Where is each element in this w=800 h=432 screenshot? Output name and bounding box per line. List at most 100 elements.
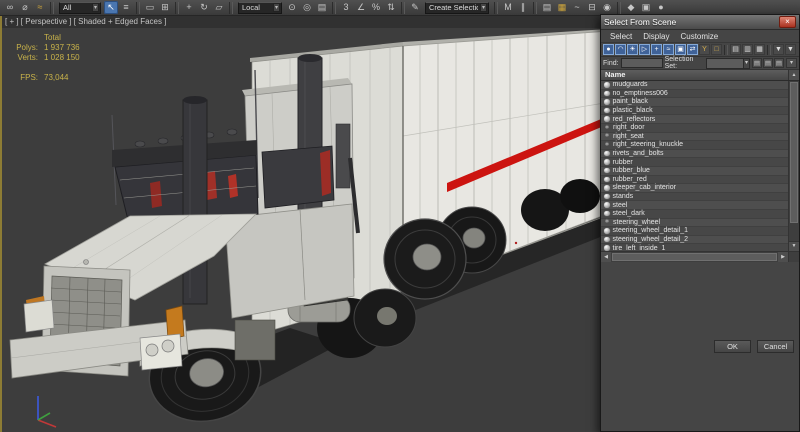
render-setup-button[interactable]: ◆ <box>624 1 638 14</box>
scene-object-row[interactable]: rubber_blue <box>601 167 788 176</box>
scene-object-row[interactable]: ∗steering_wheel <box>601 219 788 228</box>
dialog-titlebar[interactable]: Select From Scene × <box>601 15 799 30</box>
align-button[interactable]: ∥ <box>516 1 530 14</box>
display-cameras-toggle[interactable]: ▷ <box>639 44 650 55</box>
scene-object-row[interactable]: red_reflectors <box>601 115 788 124</box>
window-crossing-toggle[interactable]: ⊞ <box>158 1 172 14</box>
rectangular-selection-region-button[interactable]: ▭ <box>143 1 157 14</box>
add-to-selection-set-button[interactable]: ▤ <box>763 58 773 68</box>
find-options-dropdown[interactable]: ▾ <box>786 58 797 68</box>
select-and-move-button[interactable]: + <box>182 1 196 14</box>
select-and-rotate-button[interactable]: ↻ <box>197 1 211 14</box>
display-groups-toggle[interactable]: ▣ <box>675 44 686 55</box>
sphere-icon <box>604 185 610 191</box>
curve-editor-button[interactable]: ~ <box>570 1 584 14</box>
display-space-warps-toggle[interactable]: ≈ <box>663 44 674 55</box>
dialog-menubar: Select Display Customize <box>601 30 799 43</box>
vertical-scrollbar[interactable]: ▼ <box>788 81 799 251</box>
scene-object-row[interactable]: paint_black <box>601 98 788 107</box>
scene-object-row[interactable]: rivets_and_bolts <box>601 150 788 159</box>
filter-combinations-button[interactable]: ▼ <box>785 44 796 55</box>
scene-object-row[interactable]: steering_wheel_detail_2 <box>601 236 788 245</box>
mirror-button[interactable]: M <box>501 1 515 14</box>
chevron-down-icon[interactable]: ▾ <box>92 3 99 12</box>
bind-to-space-warp-button[interactable]: ≈ <box>33 1 47 14</box>
vertical-scrollbar-thumb[interactable] <box>790 82 798 223</box>
schematic-view-button[interactable]: ⊟ <box>585 1 599 14</box>
ok-button[interactable]: OK <box>714 340 751 353</box>
scene-object-row[interactable]: ∗right_steering_knuckle <box>601 141 788 150</box>
reference-coordinate-system-dropdown[interactable]: Local▾ <box>238 2 282 14</box>
spinner-snap-toggle[interactable]: ⇅ <box>384 1 398 14</box>
menu-customize[interactable]: Customize <box>680 32 718 41</box>
snaps-toggle[interactable]: 3 <box>339 1 353 14</box>
render-production-button[interactable]: ● <box>654 1 668 14</box>
rendered-frame-window-button[interactable]: ▣ <box>639 1 653 14</box>
select-and-scale-button[interactable]: ▱ <box>212 1 226 14</box>
chevron-down-icon[interactable]: ▾ <box>273 3 280 12</box>
cancel-button[interactable]: Cancel <box>757 340 794 353</box>
angle-snap-toggle[interactable]: ∠ <box>354 1 368 14</box>
select-and-manipulate-button[interactable]: ◎ <box>300 1 314 14</box>
display-lights-toggle[interactable]: ☀ <box>627 44 638 55</box>
scene-object-name: steel_dark <box>613 210 645 217</box>
scroll-right-icon[interactable]: ▶ <box>778 252 788 262</box>
scene-object-row[interactable]: steel <box>601 201 788 210</box>
display-bones-toggle[interactable]: Y <box>699 44 710 55</box>
scroll-down-icon[interactable]: ▼ <box>789 241 799 251</box>
display-shapes-toggle[interactable]: ◠ <box>615 44 626 55</box>
unlink-selection-button[interactable]: ⌀ <box>18 1 32 14</box>
use-pivot-point-center-button[interactable]: ⊙ <box>285 1 299 14</box>
scene-object-row[interactable]: sleeper_cab_interior <box>601 184 788 193</box>
horizontal-scrollbar[interactable]: ◀ ▶ <box>601 251 799 262</box>
scene-object-row[interactable]: steel_dark <box>601 210 788 219</box>
select-object-button[interactable]: ↖ <box>104 1 118 14</box>
named-selection-sets-dropdown[interactable]: Create Selection Se▾ <box>425 2 489 14</box>
scene-object-row[interactable]: no_emptiness006 <box>601 90 788 99</box>
close-icon[interactable]: × <box>779 16 796 28</box>
select-and-link-button[interactable]: ∞ <box>3 1 17 14</box>
viewport-statistics: Total Polys:1 937 736 Verts:1 028 150 FP… <box>6 33 80 83</box>
menu-select[interactable]: Select <box>610 32 632 41</box>
display-geometry-toggle[interactable]: ● <box>603 44 614 55</box>
find-input[interactable] <box>621 58 663 68</box>
graphite-ribbon-toggle[interactable]: ▦ <box>555 1 569 14</box>
scene-object-row[interactable]: ∗right_seat <box>601 133 788 142</box>
selection-set-combo[interactable]: ▾ <box>706 58 750 69</box>
keyboard-shortcut-override-toggle[interactable]: ▤ <box>315 1 329 14</box>
scene-object-row[interactable]: ∗right_door <box>601 124 788 133</box>
scroll-left-icon[interactable]: ◀ <box>601 252 611 262</box>
display-influences-toggle[interactable]: ▥ <box>742 44 753 55</box>
edit-named-selection-sets-button[interactable]: ✎ <box>408 1 422 14</box>
node-icon: ∗ <box>604 125 610 131</box>
layer-manager-button[interactable]: ▤ <box>540 1 554 14</box>
sphere-icon <box>604 116 610 122</box>
scene-object-row[interactable]: rubber_red <box>601 176 788 185</box>
viewport-canvas[interactable] <box>0 28 600 432</box>
display-children-toggle[interactable]: ▤ <box>730 44 741 55</box>
menu-display[interactable]: Display <box>643 32 669 41</box>
scene-object-row[interactable]: plastic_black <box>601 107 788 116</box>
scene-object-row[interactable]: rubber <box>601 158 788 167</box>
display-containers-toggle[interactable]: □ <box>711 44 722 55</box>
create-selection-set-button[interactable]: ▤ <box>752 58 762 68</box>
node-icon: ∗ <box>604 133 610 139</box>
display-xrefs-toggle[interactable]: ⇄ <box>687 44 698 55</box>
scroll-up-icon[interactable]: ▲ <box>788 70 799 80</box>
chevron-down-icon[interactable]: ▾ <box>743 59 749 68</box>
material-editor-button[interactable]: ◉ <box>600 1 614 14</box>
selection-filter-dropdown[interactable]: All▾ <box>59 2 101 14</box>
filter-selection-button[interactable]: ▼ <box>773 44 784 55</box>
sphere-icon <box>604 82 610 88</box>
scene-object-row[interactable]: steering_wheel_detail_1 <box>601 227 788 236</box>
select-by-name-button[interactable]: ≡ <box>119 1 133 14</box>
display-frozen-toggle[interactable]: ▦ <box>754 44 765 55</box>
horizontal-scrollbar-thumb[interactable] <box>612 253 777 261</box>
name-column-header[interactable]: Name <box>601 70 788 80</box>
scene-object-row[interactable]: mudguards <box>601 81 788 90</box>
scene-object-row[interactable]: stands <box>601 193 788 202</box>
subtract-from-selection-set-button[interactable]: ▤ <box>774 58 784 68</box>
chevron-down-icon[interactable]: ▾ <box>480 3 487 12</box>
display-helpers-toggle[interactable]: + <box>651 44 662 55</box>
percent-snap-toggle[interactable]: % <box>369 1 383 14</box>
